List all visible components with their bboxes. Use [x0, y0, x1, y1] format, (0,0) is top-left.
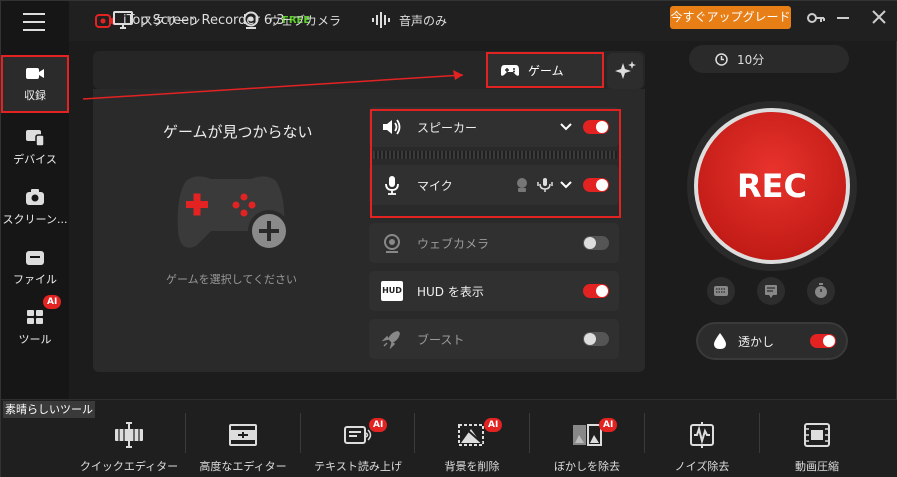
upgrade-button[interactable]: 今すぐアップグレード: [670, 6, 791, 29]
webcam-icon: [243, 11, 259, 29]
tool-label: テキスト読み上げ: [314, 460, 402, 473]
sidebar-item-files[interactable]: ファイル: [1, 241, 69, 299]
tab-game[interactable]: ゲーム: [486, 52, 604, 88]
boost-label: ブースト: [417, 332, 465, 347]
annotation-icon: [765, 285, 777, 298]
hud-icon: HUD: [381, 281, 403, 301]
magic-button[interactable]: [607, 53, 643, 89]
divider: [529, 413, 530, 453]
tool-quick-editor[interactable]: クイックエディター: [74, 417, 184, 475]
hud-toggle[interactable]: [583, 284, 609, 298]
sidebar-item-label: スクリーン...: [2, 213, 68, 226]
divider: [185, 413, 186, 453]
divider: [414, 413, 415, 453]
rocket-icon: [381, 331, 400, 349]
advanced-editor-icon: [229, 424, 257, 446]
tool-remove-background[interactable]: 背景を削除: [417, 417, 527, 475]
watermark-toggle[interactable]: [810, 334, 836, 348]
monitor-icon: [113, 11, 133, 29]
folder-icon: [26, 251, 44, 265]
water-drop-icon: [714, 333, 726, 349]
key-icon[interactable]: [807, 11, 825, 25]
sidebar-item-devices[interactable]: デバイス: [1, 121, 69, 179]
tools-section-label: 素晴らしいツール: [3, 401, 95, 418]
stopwatch-icon: [815, 283, 827, 298]
tool-label: 背景を削除: [444, 460, 500, 473]
gamepad-icon: [501, 65, 519, 76]
tool-label: ぼかしを除去: [554, 460, 620, 473]
ai-badge: AI: [484, 418, 503, 432]
keyboard-icon: [714, 286, 728, 296]
webcam-row[interactable]: ウェブカメラ: [369, 223, 619, 263]
annotation-button[interactable]: [757, 277, 785, 305]
clock-icon: [715, 53, 728, 66]
waveform-icon: [372, 12, 390, 28]
tool-noise-removal[interactable]: ノイズ除去: [647, 417, 757, 475]
hud-label: HUD を表示: [417, 284, 484, 299]
tool-label: クイックエディター: [79, 460, 179, 473]
sidebar-item-screenshot[interactable]: スクリーン...: [1, 181, 69, 239]
ai-badge: AI: [369, 418, 388, 432]
noise-removal-icon: [690, 422, 714, 448]
tab-label: ゲーム: [528, 63, 564, 78]
sidebar-item-label: ファイル: [13, 273, 57, 286]
video-camera-icon: [26, 68, 44, 79]
tool-unblur[interactable]: ぼかしを除去: [532, 417, 642, 475]
sidebar-item-label: 収録: [24, 89, 46, 102]
boost-row[interactable]: ブースト: [369, 319, 619, 359]
tab-screen[interactable]: スクリーン: [113, 1, 223, 39]
duration-selector[interactable]: 10分: [689, 45, 849, 73]
hud-row[interactable]: HUD HUD を表示: [369, 271, 619, 311]
tab-label: スクリーン: [141, 13, 201, 28]
tool-label: 動画圧縮: [795, 460, 839, 473]
boost-toggle[interactable]: [583, 332, 609, 346]
rec-button[interactable]: REC: [694, 108, 850, 264]
divider: [644, 413, 645, 453]
devices-icon: [26, 130, 45, 147]
sidebar-item-tools[interactable]: ツール: [1, 301, 69, 359]
webcam-label: ウェブカメラ: [417, 236, 490, 251]
menu-icon[interactable]: [23, 13, 45, 31]
ai-badge: AI: [599, 418, 618, 432]
tools-icon: [27, 310, 43, 324]
game-status-title: ゲームが見つからない: [163, 123, 313, 141]
audio-settings-highlight: [370, 109, 621, 218]
webcam-toggle[interactable]: [583, 236, 609, 250]
tool-text-to-speech[interactable]: テキスト読み上げ: [303, 417, 413, 475]
watermark-label: 透かし: [738, 334, 775, 349]
camera-icon: [26, 189, 44, 205]
timer-button[interactable]: [807, 277, 835, 305]
minimize-button[interactable]: [837, 17, 849, 19]
tab-label: 音声のみ: [399, 13, 448, 28]
quick-editor-icon: [115, 422, 143, 448]
game-select-hint: ゲームを選択してください: [166, 273, 298, 286]
divider: [300, 413, 301, 453]
tool-advanced-editor[interactable]: 高度なエディター: [188, 417, 298, 475]
tab-label: ウェブカメラ: [269, 13, 342, 28]
game-controller-icon[interactable]: [166, 171, 296, 261]
tool-video-compress[interactable]: 動画圧縮: [762, 417, 872, 475]
webcam-icon: [384, 234, 400, 253]
tool-label: 高度なエディター: [199, 460, 287, 473]
sidebar-item-label: デバイス: [13, 153, 57, 166]
tab-webcam[interactable]: ウェブカメラ: [241, 1, 361, 39]
sparkle-icon: [615, 61, 636, 79]
app-window: iTop Screen Recorder 6.3 FREE 今すぐアップグレード…: [0, 0, 897, 477]
video-compress-icon: [804, 423, 830, 447]
divider: [759, 413, 760, 453]
app-logo-icon: [95, 14, 114, 28]
tab-audio-only[interactable]: 音声のみ: [371, 1, 471, 39]
ai-badge: AI: [43, 295, 62, 309]
sidebar-item-label: ツール: [18, 333, 52, 346]
close-icon[interactable]: [869, 7, 889, 27]
keyboard-button[interactable]: [707, 277, 735, 305]
sidebar-item-record[interactable]: 収録: [1, 55, 69, 113]
tool-label: ノイズ除去: [674, 460, 730, 473]
